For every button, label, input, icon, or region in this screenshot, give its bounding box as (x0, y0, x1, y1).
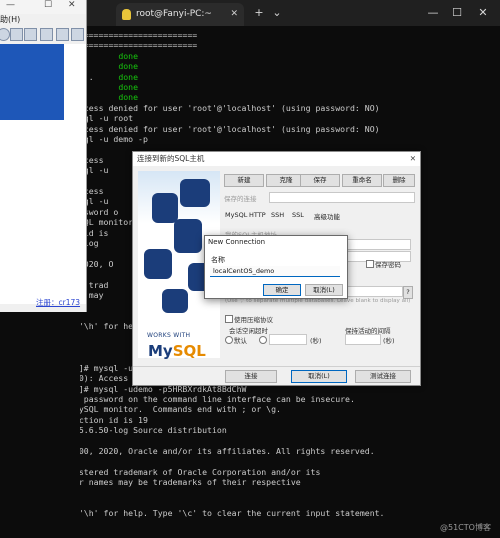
terminal-line: [root@Fanyi-PC ~]# mysql -u (80, 362, 134, 373)
compress-checkbox[interactable] (225, 315, 233, 323)
minimize-button[interactable]: — (6, 0, 15, 10)
close-icon[interactable]: ✕ (410, 152, 416, 166)
save-button[interactable]: 保存 (300, 174, 340, 187)
terminal-tab[interactable]: root@Fanyi-PC:~ ✕ (116, 3, 244, 26)
puzzle-piece (144, 249, 172, 279)
footer-separator (133, 366, 420, 367)
done-status: done (118, 61, 139, 72)
terminal-line: ... done (80, 51, 138, 62)
window-icon[interactable] (56, 28, 69, 41)
idle-timeout-label: 会话空闲超时 (229, 327, 268, 335)
tab-ssl[interactable]: SSL (292, 211, 304, 219)
tab-http[interactable]: HTTP (249, 211, 266, 219)
terminal-tab-bar: root@Fanyi-PC:~ ✕ + ⌄ — ☐ ✕ (80, 0, 500, 26)
done-status: done (118, 71, 139, 82)
compress-label: 使用压缩协议 (234, 316, 273, 324)
mysql-logo: MySQL (148, 342, 206, 360)
terminal-line: Your MySQL connection id is 19 (80, 414, 148, 425)
default-label: 默认 (234, 337, 247, 345)
saved-connections-select[interactable] (269, 192, 415, 203)
terminal-line: ): Access denied for user 'root'@'localh… (80, 102, 380, 113)
puzzle-piece (180, 179, 210, 207)
new-connection-title: New Connection (208, 238, 266, 246)
terminal-line: e MySQL monitor (80, 217, 134, 228)
default-radio[interactable] (225, 336, 233, 344)
chevron-down-icon[interactable]: ⌄ (268, 4, 286, 22)
new-tab-icon[interactable]: + (250, 4, 268, 22)
puzzle-piece (174, 219, 202, 253)
cancel-button[interactable]: 取消(L) (305, 284, 343, 296)
terminal-line: Copyright (c) 2000, 2020, Oracle and/or … (80, 446, 375, 456)
done-status: done (118, 92, 139, 103)
terminal-line: ======================================== (80, 30, 198, 40)
background-app-toolbar (0, 26, 86, 42)
tab-ssh[interactable]: SSH (271, 211, 284, 219)
mysql-logo-sql: SQL (172, 342, 206, 360)
test-connection-button[interactable]: 测试连接 (355, 370, 411, 383)
done-status: done (118, 50, 139, 61)
terminal-line: .... done (80, 72, 138, 83)
terminal-line: Warning: Using a password on the command… (83, 394, 355, 404)
seconds-label: (秒) (383, 337, 395, 345)
terminal-line: ERROR 1045 (28000): Access (80, 373, 129, 384)
terminal-line: Type 'help;' or '\h' for he (80, 321, 134, 332)
refresh-icon[interactable] (0, 28, 10, 41)
connect-dialog-titlebar: 连接到新的SQL主机 ✕ (133, 152, 420, 166)
terminal-line: Type 'help;' or '\h' for help. Type '\c'… (80, 508, 385, 519)
maximize-button[interactable]: ☐ (44, 0, 52, 10)
terminal-line: ... done (80, 61, 138, 72)
maximize-button[interactable]: ☐ (448, 4, 466, 22)
terminal-line: # mysql -u root (80, 113, 134, 124)
ok-button[interactable]: 确定 (263, 284, 301, 296)
connect-button[interactable]: 连接 (225, 370, 277, 383)
save-password-checkbox[interactable] (366, 260, 374, 268)
background-app-window[interactable]: — ☐ ✕ 助(H) 注册：cr173 (0, 0, 87, 312)
terminal-tab-title: root@Fanyi-PC:~ (136, 9, 212, 19)
background-app-titlebar: — ☐ ✕ (0, 0, 86, 14)
delete-button[interactable]: 删除 (383, 174, 415, 187)
puzzle-piece (162, 289, 188, 313)
custom-timeout-radio[interactable] (259, 336, 267, 344)
connect-dialog-title: 连接到新的SQL主机 (137, 154, 205, 163)
linux-tux-icon (122, 9, 131, 20)
terminal-line: ======================================== (80, 40, 198, 51)
terminal-line: Welcome to the MySQL monitor. Commands e… (80, 404, 281, 415)
done-status: done (118, 82, 139, 92)
terminal-line: Oracle is a registered trademark of Orac… (80, 466, 321, 477)
watermark: @51CTO博客 (440, 523, 491, 532)
save-password-label: 保存密码 (375, 261, 401, 269)
keepalive-input[interactable] (345, 334, 381, 345)
saved-connections-label: 保存的连接 (224, 195, 257, 203)
connection-name-input[interactable] (210, 266, 340, 277)
cancel-button[interactable]: 取消(L) (291, 370, 347, 383)
terminal-line: affiliates. Other names may be trademark… (80, 477, 301, 488)
name-label: 名称 (211, 256, 225, 264)
folder-icon[interactable] (10, 28, 23, 41)
terminal-line: ... done (80, 82, 138, 93)
terminal-line: Server version: 5.6.50-log Source distri… (80, 425, 227, 436)
new-button[interactable]: 新建 (224, 174, 264, 187)
tab-mysql[interactable]: MySQL (225, 211, 247, 219)
monitor-icon[interactable] (24, 28, 37, 41)
new-connection-dialog[interactable]: New Connection 名称 确定 取消(L) (204, 235, 348, 299)
idle-timeout-input[interactable] (269, 334, 307, 345)
mysql-logo-my: My (148, 342, 173, 360)
close-tab-icon[interactable]: ✕ (230, 3, 238, 26)
background-app-selection (0, 44, 64, 120)
close-button[interactable]: ✕ (474, 4, 492, 22)
terminal-line: ): Access denied for user 'root'@'localh… (80, 123, 380, 134)
puzzle-piece (152, 193, 178, 223)
tool-icon[interactable] (71, 28, 84, 41)
close-button[interactable]: ✕ (68, 0, 76, 10)
register-link[interactable]: 注册：cr173 (36, 297, 80, 308)
terminal-line: # mysql -u demo -p (80, 134, 148, 144)
computer-icon[interactable] (40, 28, 53, 41)
terminal-line: ... done (80, 92, 138, 103)
seconds-label: (秒) (310, 337, 322, 345)
tab-advanced[interactable]: 高级功能 (314, 211, 340, 221)
rename-button[interactable]: 重命名 (342, 174, 382, 187)
menu-item-help[interactable]: 助(H) (0, 14, 20, 25)
works-with-text: WORKS WITH (147, 332, 191, 339)
minimize-button[interactable]: — (424, 4, 442, 22)
